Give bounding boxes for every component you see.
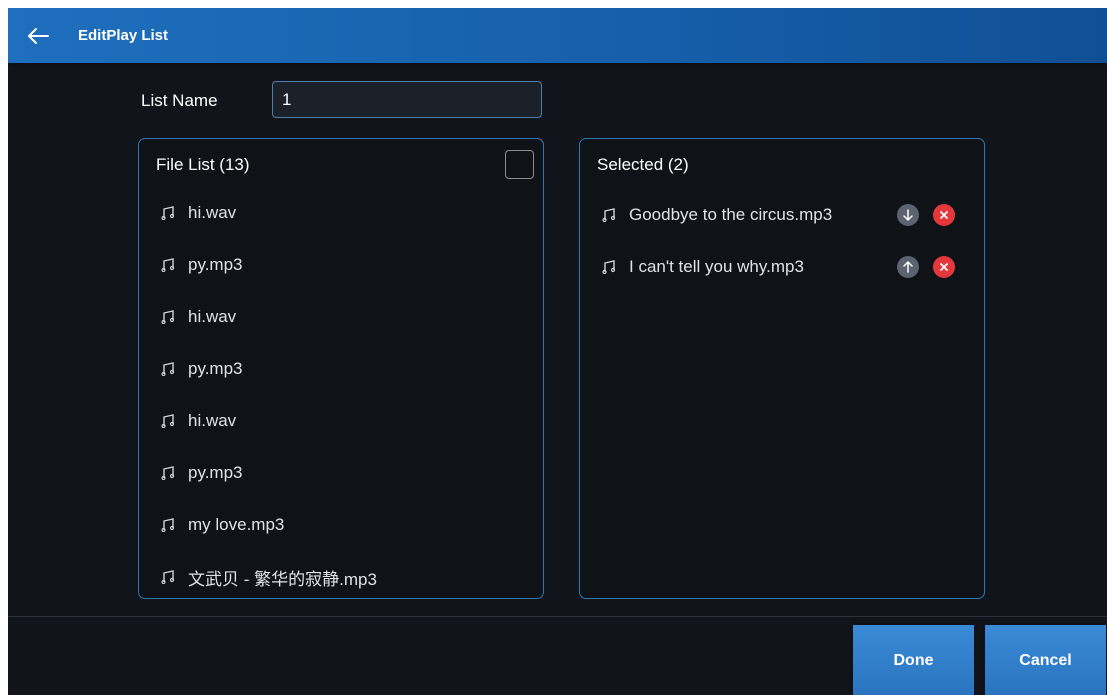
file-list-item[interactable]: py.mp3 bbox=[161, 458, 521, 488]
cancel-button[interactable]: Cancel bbox=[985, 625, 1106, 695]
music-note-icon bbox=[602, 260, 616, 274]
music-note-icon bbox=[161, 466, 175, 480]
remove-button[interactable] bbox=[933, 204, 955, 226]
selected-list-title: Selected (2) bbox=[597, 155, 689, 174]
file-name: py.mp3 bbox=[188, 255, 243, 274]
music-note-icon bbox=[161, 414, 175, 428]
select-all-checkbox[interactable] bbox=[505, 150, 534, 179]
file-list-item[interactable]: 文武贝 - 繁华的寂静.mp3 bbox=[161, 562, 521, 592]
file-name: py.mp3 bbox=[188, 463, 243, 482]
list-name-label: List Name bbox=[141, 91, 218, 110]
arrow-down-icon bbox=[903, 209, 913, 221]
file-name: hi.wav bbox=[188, 203, 237, 222]
footer-divider bbox=[8, 616, 1107, 617]
close-icon bbox=[940, 263, 948, 271]
file-name: I can't tell you why.mp3 bbox=[629, 257, 804, 276]
file-list-item[interactable]: hi.wav bbox=[161, 406, 521, 436]
file-name: py.mp3 bbox=[188, 359, 243, 378]
music-note-icon bbox=[161, 206, 175, 220]
file-list-item[interactable]: hi.wav bbox=[161, 302, 521, 332]
arrow-up-icon bbox=[903, 261, 913, 273]
selected-list-panel: Selected (2) Goodbye to the circus.mp3 I… bbox=[579, 138, 985, 599]
done-button[interactable]: Done bbox=[853, 625, 974, 695]
file-list-item[interactable]: hi.wav bbox=[161, 198, 521, 228]
app-screen: EditPlay List List Name File List (13) h… bbox=[8, 8, 1107, 695]
list-name-input[interactable] bbox=[272, 81, 542, 118]
file-list-panel: File List (13) hi.wav py.mp3 hi.wav py.m… bbox=[138, 138, 544, 599]
file-list-item[interactable]: py.mp3 bbox=[161, 250, 521, 280]
page-title: EditPlay List bbox=[78, 27, 169, 44]
move-up-button[interactable] bbox=[897, 256, 919, 278]
remove-button[interactable] bbox=[933, 256, 955, 278]
file-name: my love.mp3 bbox=[188, 515, 285, 534]
music-note-icon bbox=[602, 208, 616, 222]
back-button[interactable] bbox=[22, 20, 54, 52]
close-icon bbox=[940, 211, 948, 219]
file-name: hi.wav bbox=[188, 307, 237, 326]
music-note-icon bbox=[161, 362, 175, 376]
top-bar: EditPlay List bbox=[8, 8, 1107, 63]
file-list-title: File List (13) bbox=[156, 155, 250, 174]
arrow-left-icon bbox=[28, 28, 49, 44]
file-list-item[interactable]: py.mp3 bbox=[161, 354, 521, 384]
file-name: hi.wav bbox=[188, 411, 237, 430]
music-note-icon bbox=[161, 258, 175, 272]
file-list-item[interactable]: my love.mp3 bbox=[161, 510, 521, 540]
music-note-icon bbox=[161, 518, 175, 532]
file-name: Goodbye to the circus.mp3 bbox=[629, 205, 833, 224]
move-down-button[interactable] bbox=[897, 204, 919, 226]
file-name: 文武贝 - 繁华的寂静.mp3 bbox=[188, 569, 377, 589]
music-note-icon bbox=[161, 570, 175, 584]
music-note-icon bbox=[161, 310, 175, 324]
